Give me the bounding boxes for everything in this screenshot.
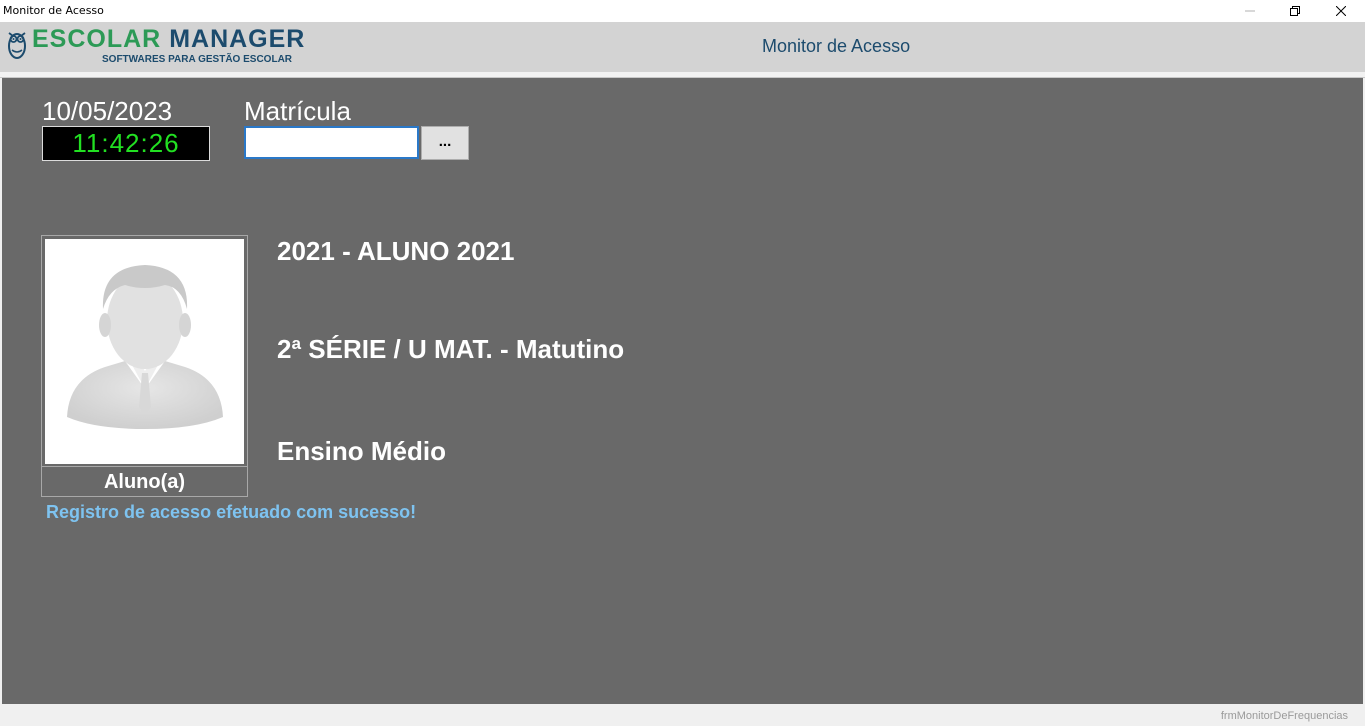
brand-part1: ESCOLAR: [32, 25, 162, 53]
student-class: 2ª SÉRIE / U MAT. - Matutino: [277, 334, 625, 364]
header-title: Monitor de Acesso: [762, 36, 911, 56]
close-icon[interactable]: [1318, 0, 1364, 22]
owl-icon: [6, 28, 28, 65]
app-header: ESCOLAR MANAGER SOFTWARES PARA GESTÃO ES…: [0, 22, 1365, 72]
title-bar: Monitor de Acesso: [0, 0, 1365, 22]
window-title: Monitor de Acesso: [3, 4, 104, 17]
form-name-label: frmMonitorDeFrequencias: [1220, 710, 1348, 722]
escolar-manager-logo: ESCOLAR MANAGER SOFTWARES PARA GESTÃO ES…: [6, 24, 306, 68]
logo-tagline: SOFTWARES PARA GESTÃO ESCOLAR: [102, 54, 293, 65]
student-level: Ensino Médio: [277, 436, 446, 466]
browse-button[interactable]: ...: [421, 126, 469, 160]
status-message: Registro de acesso efetuado com sucesso!: [46, 502, 417, 522]
status-bar: frmMonitorDeFrequencias: [0, 704, 1365, 726]
current-date: 10/05/2023: [42, 96, 173, 126]
student-photo-frame: Aluno(a): [41, 235, 248, 497]
matricula-input[interactable]: [244, 126, 419, 159]
brand-part2: MANAGER: [169, 25, 306, 53]
avatar-placeholder-icon: [45, 239, 244, 464]
main-panel: 10/05/2023 11:42:26 Matrícula ... Aluno(…: [0, 78, 1365, 704]
matricula-label: Matrícula: [244, 96, 351, 126]
student-name: 2021 - ALUNO 2021: [277, 236, 515, 266]
restore-icon[interactable]: [1272, 0, 1318, 22]
photo-label: Aluno(a): [42, 466, 247, 496]
minimize-icon[interactable]: [1227, 0, 1273, 22]
digital-clock: 11:42:26: [42, 126, 210, 161]
